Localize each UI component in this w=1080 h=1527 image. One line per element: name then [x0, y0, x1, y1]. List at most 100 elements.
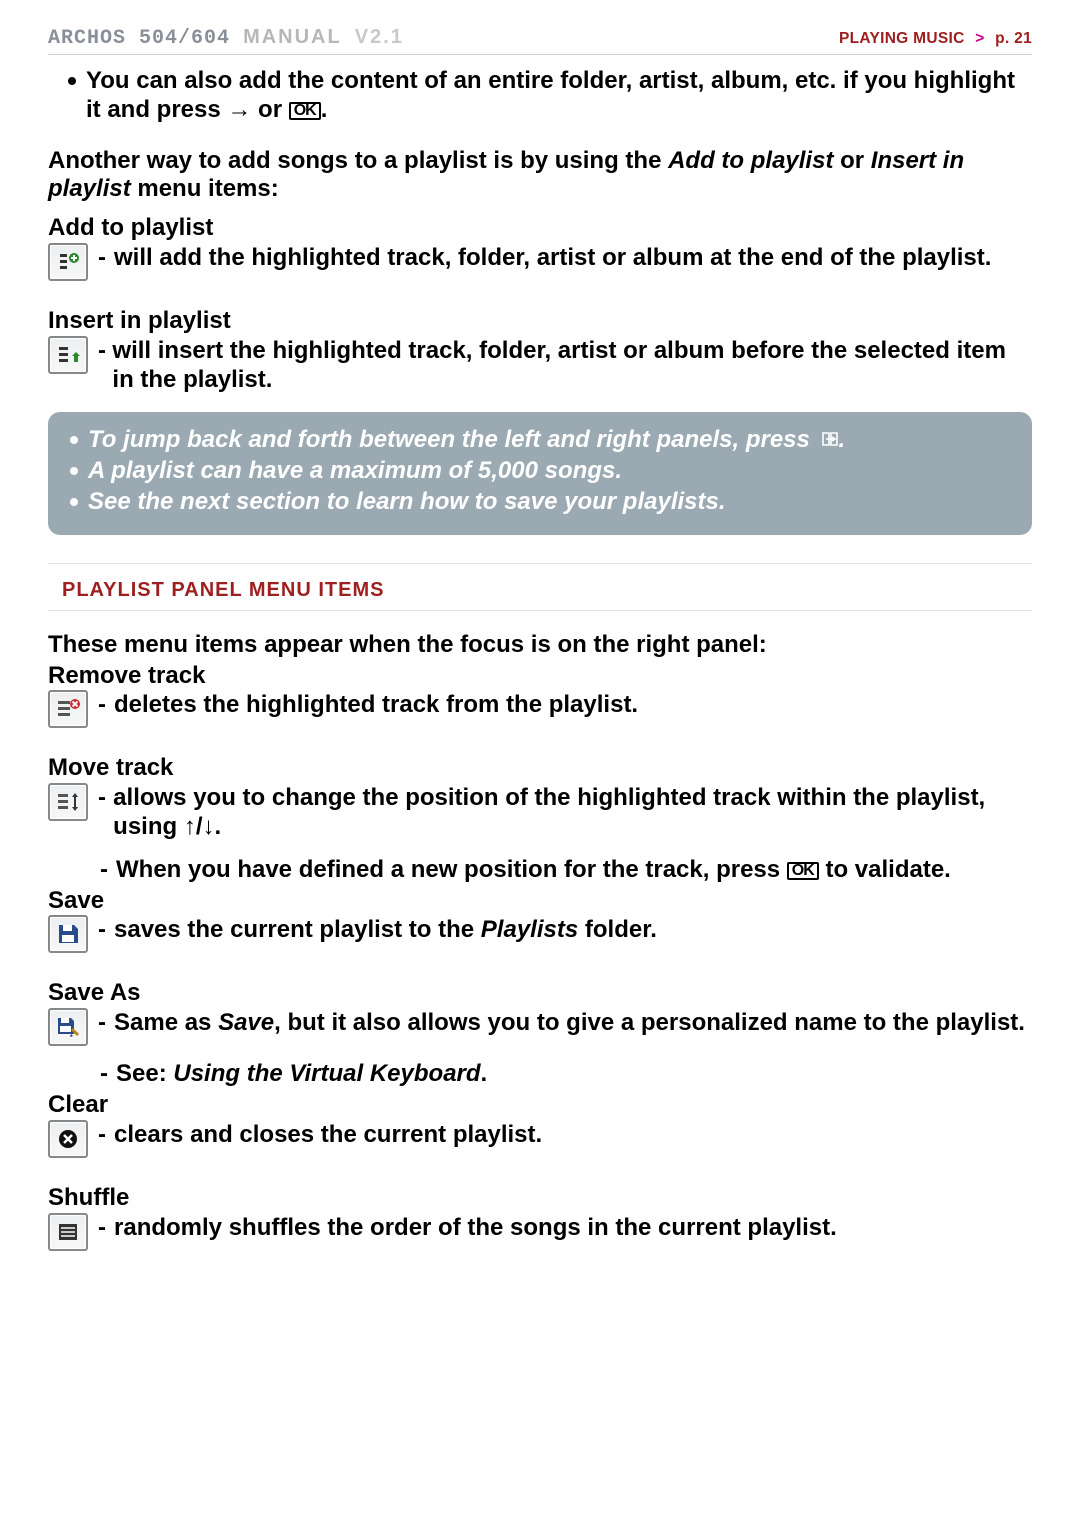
text: .	[215, 813, 222, 840]
add-to-playlist-title: Add to playlist	[48, 214, 1032, 243]
shuffle-icon	[48, 1213, 88, 1251]
info-box: To jump back and forth between the left …	[48, 412, 1032, 534]
text: Another way to add songs to a playlist i…	[48, 147, 668, 174]
text: .	[481, 1060, 488, 1087]
text: When you have defined a new position for…	[116, 856, 787, 883]
text: deletes the highlighted track from the p…	[114, 691, 638, 720]
dash-icon: -	[98, 784, 109, 813]
text: .	[839, 426, 846, 453]
text: , but it also allows you to give a perso…	[274, 1009, 1025, 1036]
save-as-item: - Same as Save, but it also allows you t…	[48, 1008, 1032, 1046]
brand-block: ARCHOS 504/604 MANUAL V2.1	[48, 26, 404, 50]
save-em: Save	[218, 1009, 274, 1036]
move-track-item: - allows you to change the position of t…	[48, 783, 1032, 842]
crumb-section: PLAYING MUSIC	[839, 30, 965, 47]
text: To jump back and forth between the left …	[88, 426, 817, 453]
move-track-icon	[48, 783, 88, 821]
page-content: You can also add the content of an entir…	[48, 67, 1032, 1251]
dash-icon: -	[98, 691, 110, 720]
text: allows you to change the position of the…	[113, 784, 985, 840]
brand-archos: ARCHOS	[48, 27, 126, 50]
remove-desc: -deletes the highlighted track from the …	[98, 690, 1032, 720]
playlists-em: Playlists	[481, 916, 578, 943]
move-desc: - allows you to change the position of t…	[98, 783, 1032, 842]
move-desc-2: - When you have defined a new position f…	[48, 856, 1032, 885]
save-as-icon	[48, 1008, 88, 1046]
virtual-keyboard-em: Using the Virtual Keyboard	[173, 1060, 480, 1087]
crumb-page: p. 21	[995, 30, 1032, 47]
dash-icon: -	[98, 1121, 110, 1150]
shuffle-desc: -randomly shuffles the order of the song…	[98, 1213, 1032, 1243]
tab-switch-icon	[821, 426, 839, 455]
save-as-desc-2: - See: Using the Virtual Keyboard.	[48, 1060, 1032, 1089]
brand-model: 504/604	[139, 27, 230, 50]
save-as-title: Save As	[48, 979, 1032, 1008]
right-arrow-icon: →	[227, 96, 251, 125]
bullet-dot-icon	[68, 77, 76, 85]
dash-icon: -	[98, 244, 110, 273]
intro-bullet: You can also add the content of an entir…	[48, 67, 1032, 125]
brand-version: V2.1	[355, 26, 404, 48]
add-to-playlist-em: Add to playlist	[668, 147, 833, 174]
ok-button-glyph: OK	[787, 862, 819, 880]
brand-manual: MANUAL	[243, 26, 342, 48]
insert-in-playlist-item: -will insert the highlighted track, fold…	[48, 336, 1032, 395]
info-line-2: A playlist can have a maximum of 5,000 s…	[70, 457, 1010, 486]
breadcrumb: PLAYING MUSIC > p. 21	[839, 30, 1032, 48]
ok-button-glyph: OK	[289, 102, 321, 120]
bullet-dot-icon	[70, 467, 78, 475]
info-line-3: See the next section to learn how to sav…	[70, 488, 1010, 517]
save-icon	[48, 915, 88, 953]
text: You can also add the content of an entir…	[86, 67, 1015, 123]
clear-icon	[48, 1120, 88, 1158]
text: will insert the highlighted track, folde…	[112, 337, 1032, 395]
section-rule-bottom	[48, 610, 1032, 611]
info-text-3: See the next section to learn how to sav…	[88, 488, 1010, 517]
crumb-arrow: >	[975, 30, 984, 47]
page-header: ARCHOS 504/604 MANUAL V2.1 PLAYING MUSIC…	[48, 26, 1032, 55]
clear-item: -clears and closes the current playlist.	[48, 1120, 1032, 1158]
intro-bullet-text: You can also add the content of an entir…	[86, 67, 1032, 125]
info-line-1: To jump back and forth between the left …	[70, 426, 1010, 455]
text: or	[833, 147, 870, 174]
save-title: Save	[48, 887, 1032, 916]
text: clears and closes the current playlist.	[114, 1121, 542, 1150]
text: or	[251, 96, 288, 123]
bullet-dot-icon	[70, 436, 78, 444]
remove-track-title: Remove track	[48, 662, 1032, 691]
info-text-1: To jump back and forth between the left …	[88, 426, 1010, 455]
text: See:	[116, 1060, 173, 1087]
text: menu items:	[131, 175, 279, 202]
dash-icon: -	[98, 916, 110, 945]
text: .	[321, 96, 328, 123]
insert-desc: -will insert the highlighted track, fold…	[98, 336, 1032, 395]
manual-page: ARCHOS 504/604 MANUAL V2.1 PLAYING MUSIC…	[0, 0, 1080, 1305]
remove-track-item: -deletes the highlighted track from the …	[48, 690, 1032, 728]
shuffle-title: Shuffle	[48, 1184, 1032, 1213]
clear-desc: -clears and closes the current playlist.	[98, 1120, 1032, 1150]
dash-icon: -	[100, 1060, 112, 1089]
text: will add the highlighted track, folder, …	[114, 244, 991, 273]
text: Same as	[114, 1009, 218, 1036]
dash-icon: -	[98, 1009, 110, 1038]
panel-intro: These menu items appear when the focus i…	[48, 631, 1032, 660]
shuffle-item: -randomly shuffles the order of the song…	[48, 1213, 1032, 1251]
text: folder.	[578, 916, 657, 943]
move-track-title: Move track	[48, 754, 1032, 783]
section-title: PLAYLIST PANEL MENU ITEMS	[48, 564, 1032, 610]
dash-icon: -	[98, 1214, 110, 1243]
info-text-2: A playlist can have a maximum of 5,000 s…	[88, 457, 1010, 486]
dash-icon: -	[98, 337, 108, 366]
up-down-arrows-icon: ↑/↓	[184, 813, 215, 842]
insert-in-playlist-title: Insert in playlist	[48, 307, 1032, 336]
dash-icon: -	[100, 856, 112, 885]
remove-track-icon	[48, 690, 88, 728]
text: saves the current playlist to the	[114, 916, 481, 943]
add-to-playlist-item: -will add the highlighted track, folder,…	[48, 243, 1032, 281]
save-item: - saves the current playlist to the Play…	[48, 915, 1032, 953]
another-way-paragraph: Another way to add songs to a playlist i…	[48, 147, 1032, 205]
bullet-dot-icon	[70, 498, 78, 506]
save-desc: - saves the current playlist to the Play…	[98, 915, 1032, 945]
insert-in-playlist-icon	[48, 336, 88, 374]
clear-title: Clear	[48, 1091, 1032, 1120]
